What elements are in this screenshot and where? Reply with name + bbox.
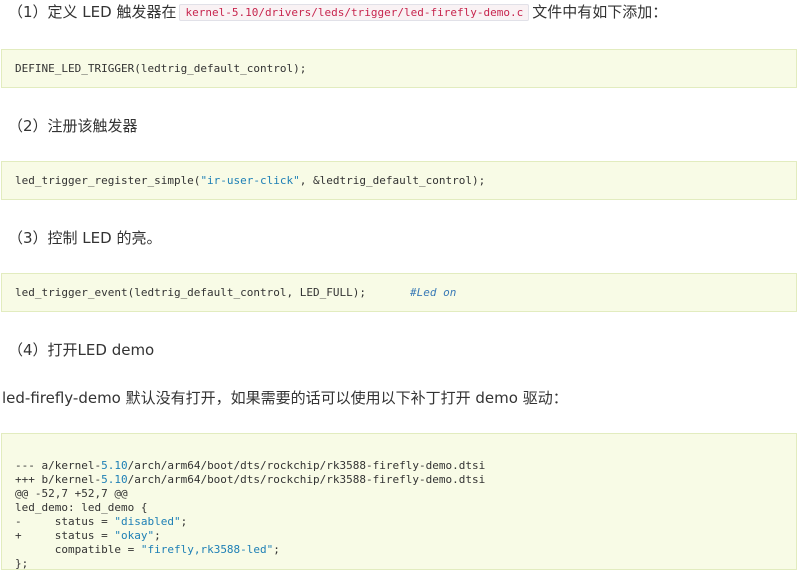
code-line: led_trigger_event(ledtrig_default_contro… <box>15 286 457 299</box>
code-block-register: led_trigger_register_simple("ir-user-cli… <box>1 161 797 200</box>
step1-paragraph: （1）定义 LED 触发器在 kernel-5.10/drivers/leds/t… <box>8 1 667 25</box>
patch-line: compatible = "firefly,rk3588-led"; <box>15 543 280 556</box>
code-line: led_trigger_register_simple("ir-user-cli… <box>15 174 486 187</box>
intro-paragraph: led-firefly-demo 默认没有打开，如果需要的话可以使用以下补丁打开… <box>2 389 568 407</box>
step1-prefix: （1）定义 LED 触发器在 <box>8 3 177 21</box>
code-comment: #Led on <box>410 286 457 299</box>
patch-line: --- a/kernel-5.10/arch/arm64/boot/dts/ro… <box>15 459 486 472</box>
patch-line: +++ b/kernel-5.10/arch/arm64/boot/dts/ro… <box>15 473 486 486</box>
patch-line: }; <box>15 557 29 570</box>
patch-line: @@ -52,7 +52,7 @@ <box>15 487 128 500</box>
patch-line: + status = "okay"; <box>15 529 161 542</box>
step3-heading: （3）控制 LED 的亮。 <box>8 229 162 247</box>
step1-suffix: 文件中有如下添加： <box>532 3 668 21</box>
code-block-event: led_trigger_event(ledtrig_default_contro… <box>1 273 797 312</box>
patch-line: led_demo: led_demo { <box>15 501 148 514</box>
patch-line: - status = "disabled"; <box>15 515 188 528</box>
code-block-define: DEFINE_LED_TRIGGER(ledtrig_default_contr… <box>1 49 797 88</box>
code-line: DEFINE_LED_TRIGGER(ledtrig_default_contr… <box>15 62 307 75</box>
step2-heading: （2）注册该触发器 <box>8 117 138 135</box>
step4-heading: （4）打开LED demo <box>8 341 155 359</box>
inline-code-path: kernel-5.10/drivers/leds/trigger/led-fir… <box>179 4 530 21</box>
code-block-patch: --- a/kernel-5.10/arch/arm64/boot/dts/ro… <box>1 433 797 570</box>
